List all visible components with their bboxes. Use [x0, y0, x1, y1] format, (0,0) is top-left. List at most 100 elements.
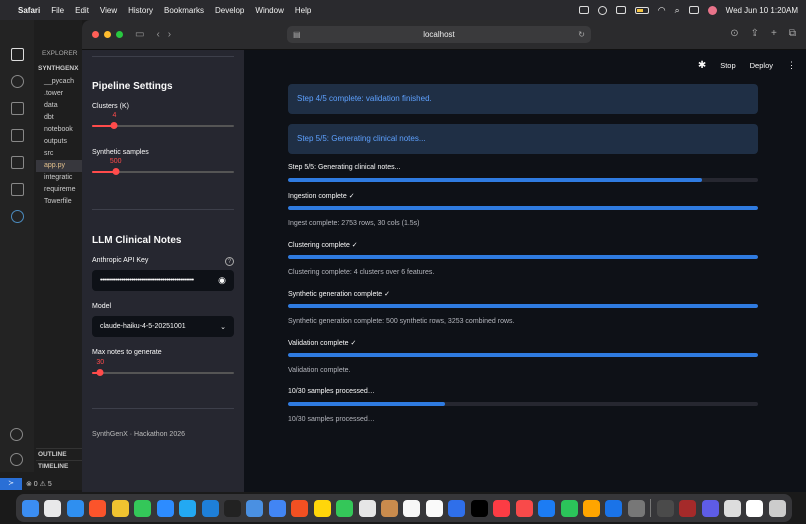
account-icon[interactable] — [10, 428, 23, 441]
extensions-icon[interactable] — [10, 156, 24, 169]
back-icon[interactable]: ‹ — [156, 29, 159, 40]
max-notes-slider[interactable]: 30 — [92, 359, 234, 379]
timeline-section[interactable]: TIMELINE — [36, 460, 82, 472]
minimize-window-button[interactable] — [104, 31, 111, 38]
slider-thumb[interactable] — [96, 369, 104, 376]
dock-app-icon[interactable] — [627, 499, 645, 517]
dock-app-icon[interactable] — [470, 499, 488, 517]
manage-gear-icon[interactable] — [10, 453, 23, 466]
downloads-icon[interactable]: ⊙ — [730, 28, 738, 39]
dock-app-icon[interactable] — [156, 499, 174, 517]
dock-app-icon[interactable] — [358, 499, 376, 517]
menu-help[interactable]: Help — [295, 6, 311, 15]
dock-app-icon[interactable] — [679, 499, 697, 517]
display-icon[interactable] — [578, 6, 589, 14]
main-menu-icon[interactable]: ⋮ — [787, 60, 796, 71]
explorer-item[interactable]: integratic — [36, 172, 82, 184]
dock-app-icon[interactable] — [89, 499, 107, 517]
remote-icon[interactable]: ≻ — [0, 478, 22, 490]
close-window-button[interactable] — [92, 31, 99, 38]
dock-app-icon[interactable] — [560, 499, 578, 517]
python-icon[interactable] — [10, 210, 24, 223]
explorer-root[interactable]: SYNTHGENX — [38, 65, 82, 72]
dock-app-icon[interactable] — [201, 499, 219, 517]
dock-app-icon[interactable] — [246, 499, 264, 517]
dock-app-icon[interactable] — [268, 499, 286, 517]
dock-app-icon[interactable] — [605, 499, 623, 517]
zoom-window-button[interactable] — [116, 31, 123, 38]
explorer-item[interactable]: outputs — [36, 136, 82, 148]
show-password-eye-icon[interactable]: ◉ — [218, 275, 226, 286]
dock-app-icon[interactable] — [582, 499, 600, 517]
menu-history[interactable]: History — [128, 6, 153, 15]
sidebar-toggle-icon[interactable]: ▭ — [135, 29, 144, 40]
menubar-clock[interactable]: Wed Jun 10 1:20AM — [726, 6, 798, 15]
explorer-icon[interactable] — [10, 48, 24, 61]
dock-app-icon[interactable] — [515, 499, 533, 517]
slider-thumb[interactable] — [110, 122, 118, 129]
menu-edit[interactable]: Edit — [75, 6, 89, 15]
menu-app-safari[interactable]: Safari — [18, 6, 40, 15]
explorer-item[interactable]: data — [36, 100, 82, 112]
dock-app-icon[interactable] — [656, 499, 674, 517]
dock-app-icon[interactable] — [746, 499, 764, 517]
dock-app-icon[interactable] — [336, 499, 354, 517]
new-tab-icon[interactable]: + — [771, 28, 777, 39]
explorer-item[interactable]: __pycach — [36, 76, 82, 88]
testing-icon[interactable] — [10, 183, 24, 196]
slider-thumb[interactable] — [112, 168, 120, 175]
explorer-item-selected[interactable]: app.py — [36, 160, 82, 172]
model-select[interactable]: claude-haiku-4-5-20251001 ⌄ — [92, 316, 234, 337]
explorer-item[interactable]: Towerfile — [36, 196, 82, 208]
dock-app-icon[interactable] — [538, 499, 556, 517]
dock-app-icon[interactable] — [223, 499, 241, 517]
dock-app-icon[interactable] — [111, 499, 129, 517]
dock-app-icon[interactable] — [291, 499, 309, 517]
explorer-item[interactable]: src — [36, 148, 82, 160]
user-status-icon[interactable] — [597, 5, 607, 15]
search-icon[interactable]: ⌕ — [675, 5, 680, 16]
explorer-item[interactable]: .tower — [36, 88, 82, 100]
dock-app-icon[interactable] — [381, 499, 398, 517]
dock-app-icon[interactable] — [493, 499, 511, 517]
tab-overview-icon[interactable]: ⧉ — [789, 28, 796, 39]
play-icon[interactable] — [615, 6, 626, 14]
menu-bookmarks[interactable]: Bookmarks — [164, 6, 204, 15]
siri-icon[interactable] — [707, 5, 717, 15]
wifi-icon[interactable]: ◠ — [658, 5, 666, 16]
menu-develop[interactable]: Develop — [215, 6, 244, 15]
explorer-item[interactable]: requireme — [36, 184, 82, 196]
battery-icon[interactable] — [634, 6, 649, 14]
dock-app-icon[interactable] — [701, 499, 719, 517]
synthetic-samples-slider[interactable]: 500 — [92, 158, 234, 178]
menu-file[interactable]: File — [51, 6, 64, 15]
dock-app-icon[interactable] — [448, 499, 466, 517]
deploy-button[interactable]: Deploy — [750, 61, 773, 70]
explorer-item[interactable]: dbt — [36, 112, 82, 124]
outline-section[interactable]: OUTLINE — [36, 448, 82, 460]
dock-app-icon[interactable] — [403, 499, 421, 517]
dock-app-icon[interactable] — [44, 499, 62, 517]
clusters-slider[interactable]: 4 — [92, 112, 234, 132]
dock-app-icon[interactable] — [724, 499, 741, 517]
forward-icon[interactable]: › — [168, 29, 171, 40]
search-icon[interactable] — [10, 75, 24, 88]
menu-view[interactable]: View — [100, 6, 117, 15]
control-center-icon[interactable] — [688, 6, 699, 14]
dock-app-icon[interactable] — [768, 499, 786, 517]
menu-window[interactable]: Window — [255, 6, 283, 15]
stop-button[interactable]: Stop — [720, 61, 735, 70]
run-debug-icon[interactable] — [10, 129, 24, 142]
problems-count[interactable]: ⊗ 0 ⚠ 5 — [26, 480, 52, 488]
api-key-input[interactable]: ••••••••••••••••••••••••••••••••••••••••… — [92, 270, 234, 291]
source-control-icon[interactable] — [10, 102, 24, 115]
dock-app-icon[interactable] — [66, 499, 84, 517]
help-icon[interactable]: ? — [225, 257, 234, 266]
explorer-item[interactable]: notebook — [36, 124, 82, 136]
dock-app-icon[interactable] — [179, 499, 197, 517]
address-bar[interactable]: ▤ localhost ↻ — [287, 26, 591, 43]
share-icon[interactable]: ⇪ — [751, 28, 759, 39]
dock-app-icon[interactable] — [425, 499, 443, 517]
dock-app-icon[interactable] — [22, 499, 39, 517]
page-settings-icon[interactable]: ▤ — [293, 26, 301, 43]
